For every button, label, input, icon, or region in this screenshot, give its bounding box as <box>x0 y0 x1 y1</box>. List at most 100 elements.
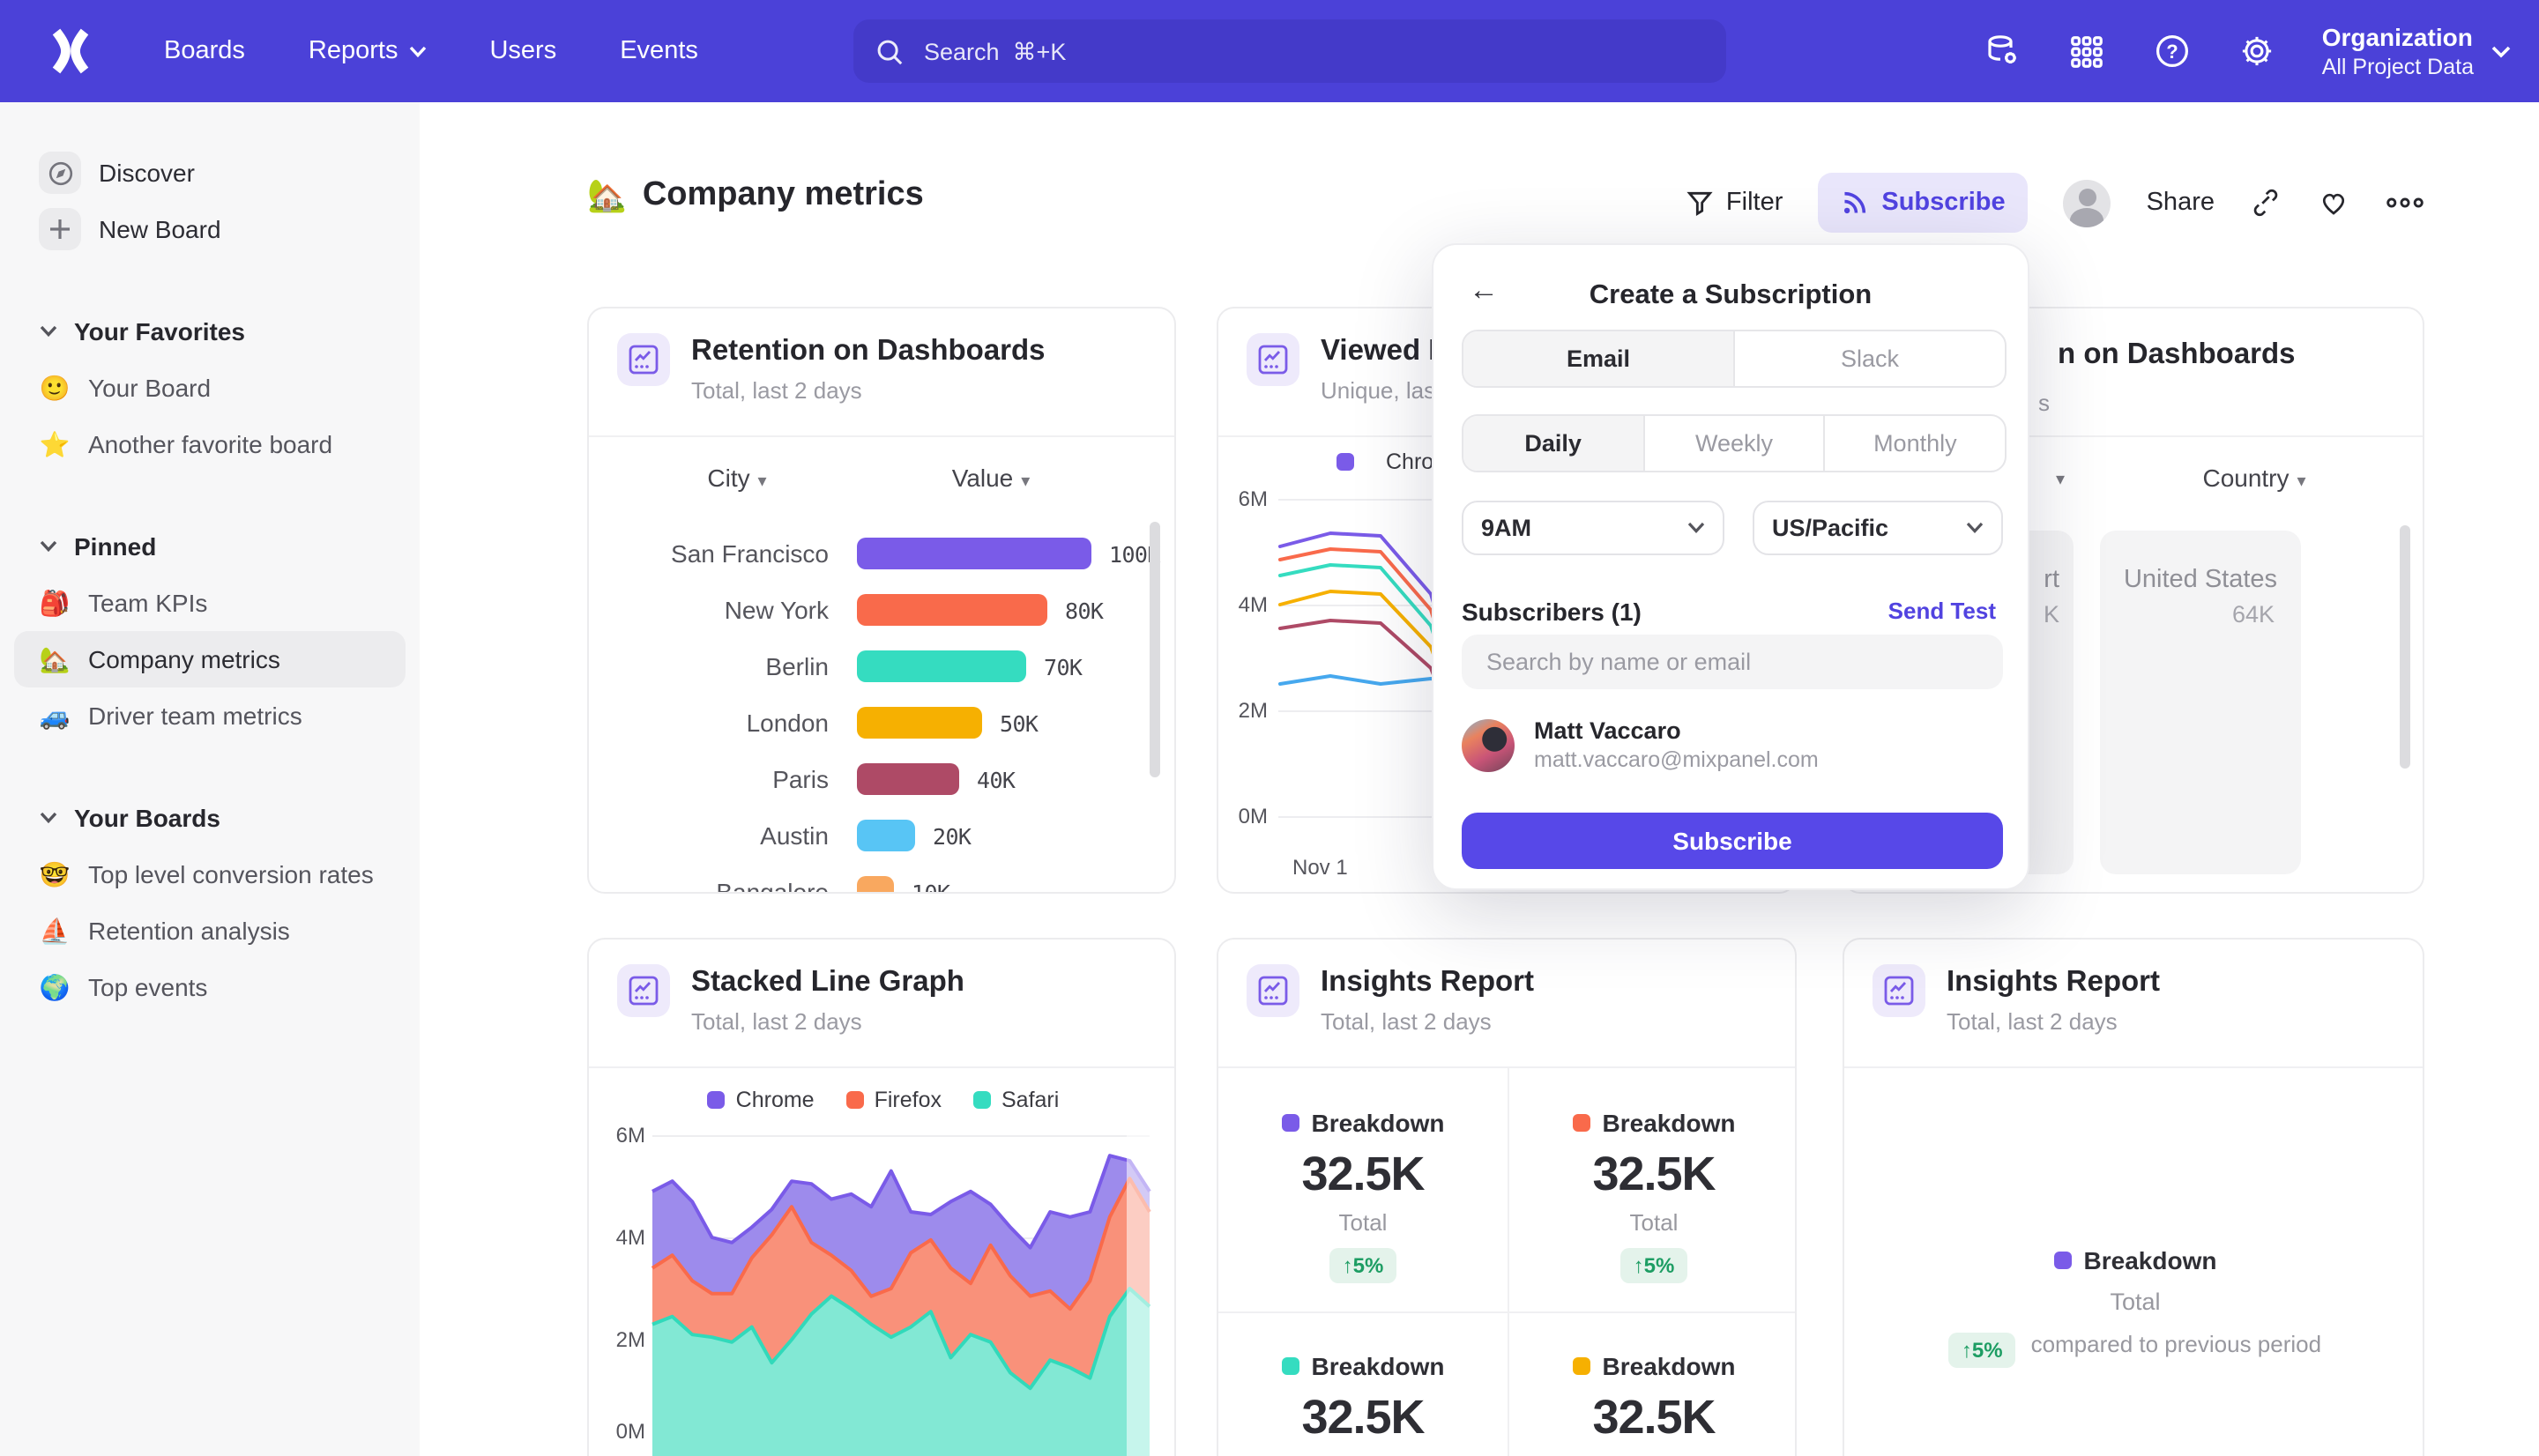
bar-value: 20K <box>933 822 971 849</box>
board-emoji: 🤓 <box>39 859 71 889</box>
bar <box>857 820 915 851</box>
subscriber-search[interactable] <box>1462 635 2003 689</box>
search-input[interactable] <box>920 36 1705 66</box>
metric-tile-united-states[interactable]: United States 64K <box>2100 531 2301 874</box>
column-header-value[interactable]: Value ▾ <box>885 464 1097 495</box>
data-management-icon[interactable] <box>1984 32 2022 71</box>
card-subtitle: Total, last 2 days <box>691 377 1046 404</box>
tab-slack[interactable]: Slack <box>1733 331 2005 386</box>
copy-link-icon[interactable] <box>2250 187 2282 219</box>
delta-badge: ↑5% <box>1949 1333 2015 1368</box>
settings-gear-icon[interactable] <box>2237 32 2276 71</box>
nav-link-users[interactable]: Users <box>489 37 556 65</box>
bar-value: 10K <box>912 879 949 894</box>
metric-value: 32.5K <box>1301 1148 1424 1202</box>
global-search[interactable] <box>853 19 1726 83</box>
nav-link-boards[interactable]: Boards <box>164 37 245 65</box>
user-avatar[interactable] <box>2064 179 2111 227</box>
retention-row-bangalore[interactable]: Bangalore10K <box>617 864 1146 894</box>
subscriber-row[interactable]: Matt Vaccaro matt.vaccaro@mixpanel.com <box>1462 717 1819 774</box>
board-emoji: 🚙 <box>39 701 71 731</box>
top-nav: Boards Reports Users Events <box>0 0 2539 102</box>
subscriber-search-input[interactable] <box>1483 647 1982 677</box>
chevron-down-icon <box>39 324 58 338</box>
chevron-down-icon <box>39 811 58 825</box>
retention-bar-list: San Francisco100KNew York80KBerlin70KLon… <box>617 525 1146 894</box>
board-emoji: ⭐ <box>39 429 71 459</box>
subscribe-rss-icon <box>1841 189 1869 217</box>
insights-tile-4[interactable]: Breakdown32.5KTotal <box>1509 1352 1797 1456</box>
insights-tile-2[interactable]: Breakdown32.5KTotal↑5% <box>1509 1109 1797 1283</box>
sidebar-item-new-board[interactable]: New Board <box>14 201 406 257</box>
retention-row-london[interactable]: London50K <box>617 695 1146 751</box>
filter-icon <box>1686 189 1714 217</box>
card-subtitle: Total, last 2 days <box>1321 1008 1534 1035</box>
tab-daily[interactable]: Daily <box>1463 416 1642 471</box>
tab-monthly[interactable]: Monthly <box>1824 416 2005 471</box>
org-switcher[interactable]: Organization All Project Data <box>2322 22 2511 80</box>
scorecard: Breakdown Total ↑5% compared to previous… <box>1844 1246 2424 1368</box>
time-select[interactable]: 9AM <box>1462 501 1724 555</box>
sidebar-section-your-boards[interactable]: Your Boards <box>14 790 406 846</box>
apps-grid-icon[interactable] <box>2068 32 2107 71</box>
org-project: All Project Data <box>2322 52 2474 80</box>
subscribers-label: Subscribers (1) <box>1462 598 1642 626</box>
retention-row-new-york[interactable]: New York80K <box>617 582 1146 638</box>
nav-link-reports[interactable]: Reports <box>309 37 427 65</box>
card-scrollbar[interactable] <box>1150 522 1160 777</box>
favorite-heart-icon[interactable] <box>2317 187 2350 219</box>
send-test-link[interactable]: Send Test <box>1888 598 1996 624</box>
nav-link-events[interactable]: Events <box>620 37 698 65</box>
share-button[interactable]: Share <box>2147 189 2215 217</box>
sidebar-item-driver-team-metrics[interactable]: 🚙Driver team metrics <box>14 687 406 744</box>
sidebar-item-your-board[interactable]: 🙂Your Board <box>14 360 406 416</box>
board-emoji: 🌍 <box>39 972 71 1002</box>
sidebar-section-your-favorites[interactable]: Your Favorites <box>14 303 406 360</box>
mixpanel-logo-icon[interactable] <box>46 26 95 76</box>
column-header-city[interactable]: City ▾ <box>589 464 885 495</box>
bar <box>857 876 894 894</box>
subscribe-button[interactable]: Subscribe <box>1818 173 2028 233</box>
sidebar-item-team-kpis[interactable]: 🎒Team KPIs <box>14 575 406 631</box>
filter-button[interactable]: Filter <box>1686 189 1783 217</box>
retention-row-paris[interactable]: Paris40K <box>617 751 1146 807</box>
tab-weekly[interactable]: Weekly <box>1642 416 1823 471</box>
timezone-select[interactable]: US/Pacific <box>1753 501 2003 555</box>
plus-icon <box>39 208 81 250</box>
report-chart-icon <box>1247 964 1299 1017</box>
sidebar-item-another-favorite-board[interactable]: ⭐Another favorite board <box>14 416 406 472</box>
metric-value: 32.5K <box>1592 1148 1715 1202</box>
x-axis-tick: Nov 1 <box>1292 855 1348 880</box>
card-retention-on-dashboards: Retention on Dashboards Total, last 2 da… <box>587 307 1176 894</box>
column-header-caret[interactable]: ▾ <box>2056 471 2065 490</box>
sidebar-item-top-events[interactable]: 🌍Top events <box>14 959 406 1015</box>
column-header-country[interactable]: Country ▾ <box>2126 464 2382 495</box>
insights-tile-1[interactable]: Breakdown32.5KTotal↑5% <box>1218 1109 1508 1283</box>
more-options-icon[interactable] <box>2386 194 2424 212</box>
sidebar-section-pinned[interactable]: Pinned <box>14 518 406 575</box>
sidebar-item-top-level-conversion-rates[interactable]: 🤓Top level conversion rates <box>14 846 406 903</box>
bar <box>857 594 1047 626</box>
retention-row-austin[interactable]: Austin20K <box>617 807 1146 864</box>
retention-row-san-francisco[interactable]: San Francisco100K <box>617 525 1146 582</box>
tab-email[interactable]: Email <box>1463 331 1733 386</box>
card-scrollbar[interactable] <box>2400 525 2410 769</box>
sidebar: DiscoverNew Board Your Favorites🙂Your Boa… <box>0 102 420 1456</box>
svg-text:?: ? <box>2166 41 2178 63</box>
insights-tile-3[interactable]: Breakdown32.5KTotal <box>1218 1352 1508 1456</box>
retention-row-berlin[interactable]: Berlin70K <box>617 638 1146 695</box>
sidebar-item-discover[interactable]: Discover <box>14 145 406 201</box>
search-icon <box>875 36 905 66</box>
card-stacked-line-graph: Stacked Line Graph Total, last 2 days Ch… <box>587 938 1176 1456</box>
board-actions: Filter Subscribe Share <box>1686 173 2424 233</box>
bar <box>857 707 982 739</box>
help-icon[interactable]: ? <box>2153 32 2192 71</box>
board-emoji: 🎒 <box>39 588 71 618</box>
sidebar-item-retention-analysis[interactable]: ⛵Retention analysis <box>14 903 406 959</box>
subscribe-submit-button[interactable]: Subscribe <box>1462 813 2003 869</box>
sidebar-item-company-metrics[interactable]: 🏡Company metrics <box>14 631 406 687</box>
modal-title: Create a Subscription <box>1433 280 2028 312</box>
channel-tabs: EmailSlack <box>1462 330 2007 388</box>
compass-icon <box>39 152 81 194</box>
bar-value: 80K <box>1065 597 1103 623</box>
